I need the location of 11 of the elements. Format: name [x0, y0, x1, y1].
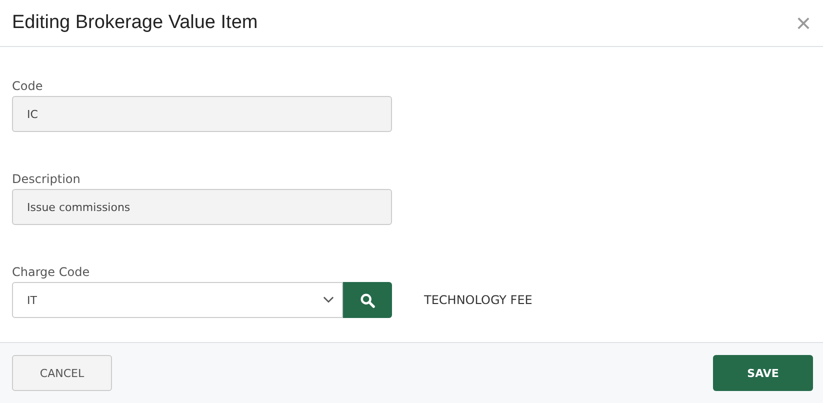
field-label: Code	[12, 79, 44, 93]
save-button[interactable]: SAVE	[713, 355, 813, 391]
cancel-button[interactable]: CANCEL	[12, 355, 112, 391]
field-label: Charge Code	[12, 265, 91, 279]
field-label: Description	[12, 172, 82, 186]
charge-description: TECHNOLOGY FEE	[424, 293, 532, 307]
search-button[interactable]	[343, 282, 392, 318]
chevron-down-icon	[323, 296, 334, 304]
search-icon	[360, 292, 375, 308]
dropdown-field[interactable]: IT	[12, 282, 343, 318]
dialog-title: Editing Brokerage Value Item	[12, 12, 258, 34]
